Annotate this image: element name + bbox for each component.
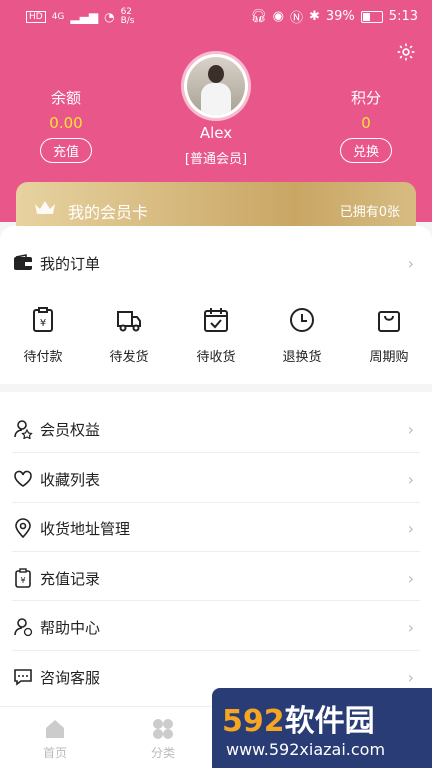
crown-icon <box>35 201 55 214</box>
menu-item-address[interactable]: 收货地址管理 › <box>12 517 420 539</box>
menu-item-favorites[interactable]: 收藏列表 › <box>12 468 420 490</box>
location-icon <box>12 517 34 539</box>
menu-item-recharge-records[interactable]: ¥ 充值记录 › <box>12 567 420 589</box>
chevron-right-icon: › <box>407 469 414 489</box>
wifi-icon: ◔ <box>104 10 115 24</box>
category-icon <box>153 719 173 739</box>
points-label: 积分 <box>350 89 381 107</box>
watermark-brand-number: 592 <box>222 704 285 739</box>
settings-gear-icon[interactable] <box>396 42 416 62</box>
section-gap <box>0 384 432 392</box>
vip-card-owned: 已拥有0张 <box>339 205 400 220</box>
redeem-button[interactable]: 兑换 <box>339 138 392 163</box>
menu-label: 收藏列表 <box>40 470 101 489</box>
divider <box>12 551 420 552</box>
chevron-right-icon: › <box>407 667 414 687</box>
watermark-url: www.592xiazai.com <box>226 740 386 759</box>
menu-label: 收货地址管理 <box>40 519 131 538</box>
menu-item-customer-service[interactable]: 咨询客服 › <box>12 666 420 688</box>
balance-label: 余额 <box>50 89 81 107</box>
watermark-brand: 592软件园 <box>222 696 375 740</box>
divider <box>12 502 420 503</box>
chevron-right-icon: › <box>407 568 414 588</box>
divider <box>12 452 420 453</box>
tab-label: 首页 <box>42 746 67 760</box>
menu-item-member-benefits[interactable]: 会员权益 › <box>12 418 420 440</box>
order-label: 待发货 <box>109 350 149 365</box>
tab-label: 分类 <box>150 746 175 760</box>
clock-time: 5:13 <box>388 9 418 24</box>
watermark-brand-cn: 软件园 <box>284 704 375 739</box>
chevron-right-icon: › <box>407 617 414 637</box>
menu-label: 咨询客服 <box>40 668 101 687</box>
chevron-right-icon: › <box>407 253 414 273</box>
battery-percent: 39% <box>325 9 355 24</box>
order-pending-receipt[interactable]: 待收货 <box>181 306 251 365</box>
calendar-check-icon <box>204 308 228 332</box>
my-orders-row[interactable]: 我的订单 › <box>12 252 420 274</box>
tab-category[interactable]: 分类 <box>128 717 198 761</box>
menu-label: 帮助中心 <box>40 618 101 637</box>
headphone-icon: 🎧︎ <box>250 9 267 24</box>
divider <box>12 650 420 651</box>
status-bar: HD 4G ▂▄▆ ◔ 62 B/s 🎧︎ ◉ Ⓝ ✱ 39% 5:13 <box>0 0 432 32</box>
site-watermark: 592软件园 www.592xiazai.com <box>212 688 432 768</box>
home-icon <box>46 720 64 738</box>
clock-icon <box>290 308 314 332</box>
bluetooth-icon: ✱ <box>308 9 320 24</box>
order-subscription[interactable]: 周期购 <box>354 306 424 365</box>
points-block: 积分 0 兑换 <box>326 87 406 163</box>
eye-icon: ◉ <box>272 9 284 24</box>
order-return-exchange[interactable]: 退换货 <box>267 306 337 365</box>
signal-icon: ▂▄▆ <box>70 10 99 24</box>
chevron-right-icon: › <box>407 518 414 538</box>
payment-icon: ¥ <box>33 307 53 332</box>
chevron-right-icon: › <box>407 419 414 439</box>
svg-text:¥: ¥ <box>20 576 25 585</box>
receipt-icon: ¥ <box>12 567 34 589</box>
menu-item-help-center[interactable]: 帮助中心 › <box>12 616 420 638</box>
order-label: 退换货 <box>282 350 322 365</box>
battery-icon <box>360 10 383 23</box>
order-pending-payment[interactable]: ¥ 待付款 <box>8 306 78 365</box>
order-pending-shipment[interactable]: 待发货 <box>94 306 164 365</box>
order-label: 待付款 <box>23 350 63 365</box>
net-speed: 62 B/s <box>121 8 135 26</box>
svg-text:¥: ¥ <box>40 318 46 329</box>
member-icon <box>12 418 34 440</box>
menu-label: 充值记录 <box>40 569 101 588</box>
help-icon <box>12 616 34 638</box>
vip-card-title: 我的会员卡 <box>68 203 149 222</box>
divider <box>12 600 420 601</box>
tab-home[interactable]: 首页 <box>20 717 90 761</box>
network-tag: 4G <box>51 11 65 22</box>
points-value: 0 <box>361 114 371 132</box>
chat-icon <box>12 666 34 688</box>
avatar[interactable] <box>184 54 248 118</box>
net-speed-unit: B/s <box>120 16 135 26</box>
bag-icon <box>378 311 400 332</box>
wallet-icon <box>12 252 34 274</box>
menu-label: 会员权益 <box>40 420 101 439</box>
order-label: 周期购 <box>369 350 409 365</box>
order-label: 待收货 <box>196 350 236 365</box>
truck-icon <box>117 311 141 332</box>
nfc-icon: Ⓝ <box>289 11 303 26</box>
heart-icon <box>12 468 34 490</box>
avatar-photo <box>187 57 245 115</box>
my-orders-title: 我的订单 <box>40 254 101 273</box>
hd-tag: HD <box>26 11 46 23</box>
